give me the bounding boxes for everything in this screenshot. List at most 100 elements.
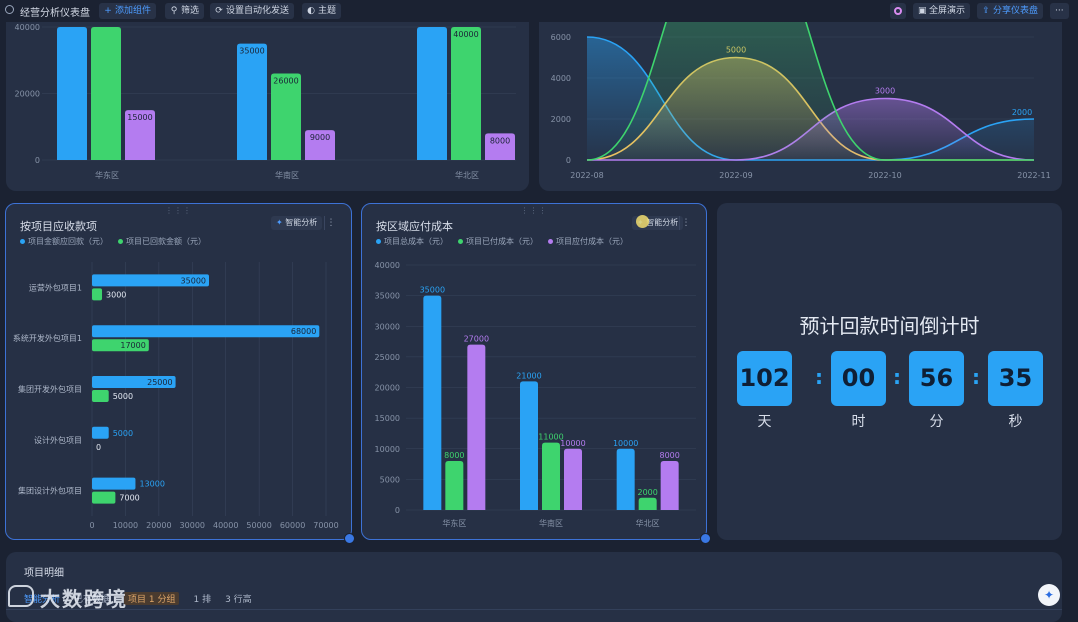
bar <box>237 43 267 160</box>
trend-area-chart-card[interactable]: 0 2000 4000 6000 2022-08 2022-09 2022-10 2022-1… <box>539 0 1062 191</box>
dashboard-icon <box>5 5 14 14</box>
bar <box>451 27 481 160</box>
bar <box>616 448 635 510</box>
project-detail-title: 项目明细 <box>24 568 64 579</box>
costs-card[interactable]: ⋮⋮⋮ 按区域应付成本 ✦ 智能分析 ⋮ 项目总成本（元） 项目已付成本（元） … <box>361 203 707 540</box>
bar-value-label: 17000 <box>120 341 145 350</box>
regional-bar-chart: 0 20000 40000 15000 华东区 35000 26000 9000 华南区 4000… <box>15 23 516 180</box>
y-tick-label: 25000 <box>375 353 400 362</box>
bar-value-label: 35000 <box>420 286 445 295</box>
x-tick-label: 20000 <box>146 521 171 530</box>
x-tick-label: 30000 <box>180 521 205 530</box>
countdown-minutes: 56 <box>909 351 964 406</box>
bar <box>467 344 486 510</box>
y-tick-label: 20000 <box>375 384 400 393</box>
bar <box>520 381 538 510</box>
bar <box>92 477 136 490</box>
bar-value-label: 35000 <box>239 47 264 56</box>
add-component-button[interactable]: + 添加组件 <box>99 3 157 19</box>
x-tick-label: 2022-11 <box>1017 171 1050 180</box>
y-tick-label: 5000 <box>380 475 400 484</box>
refresh-icon: ⟳ <box>215 6 223 16</box>
bar-value-label: 27000 <box>464 335 489 344</box>
y-tick-label: 设计外包项目 <box>34 435 82 445</box>
y-tick-label: 20000 <box>15 90 40 99</box>
countdown-separator: : <box>893 365 901 389</box>
filter-icon: ⚲ <box>170 6 178 16</box>
countdown-seconds: 35 <box>988 351 1043 406</box>
y-tick-label: 10000 <box>375 445 400 454</box>
unit-days: 天 <box>757 414 772 430</box>
y-tick-label: 35000 <box>375 292 400 301</box>
color-palette-button[interactable] <box>890 3 906 19</box>
bar-value-label: 40000 <box>453 30 478 39</box>
y-tick-label: 40000 <box>15 23 40 32</box>
costs-bar-chart: 0 5000 10000 15000 20000 25000 30000 35000 40000… <box>375 261 696 528</box>
bar-value-label: 3000 <box>106 290 126 299</box>
bar-value-label: 15000 <box>127 113 152 122</box>
tab-group[interactable]: 项目 1 分组 <box>124 592 180 605</box>
fullscreen-label: 全屏演示 <box>929 6 966 16</box>
project-detail-card[interactable]: 项目明细 智能分析 已有数据 项目 1 分组 1 排 3 行高 <box>6 552 1062 622</box>
bar-value-label: 5000 <box>113 392 133 401</box>
resize-handle[interactable] <box>344 533 355 544</box>
y-tick-label: 系统开发外包项目1 <box>13 333 82 343</box>
filter-label: 筛选 <box>181 6 200 16</box>
bar-value-label: 2000 <box>637 488 657 497</box>
y-tick-label: 2000 <box>551 115 571 124</box>
x-tick-label: 2022-09 <box>719 171 752 180</box>
regional-bar-chart-card[interactable]: 0 20000 40000 15000 华东区 35000 26000 9000 华南区 4000… <box>6 22 529 191</box>
automation-label: 设置自动化发送 <box>226 6 290 16</box>
top-toolbar: 经营分析仪表盘 + 添加组件 ⚲ 筛选 ⟳ 设置自动化发送 ◐ 主题 ▣ 全屏演示 ⇪ 分享… <box>0 0 1078 22</box>
share-button[interactable]: ⇪ 分享仪表盘 <box>977 3 1044 19</box>
sparkle-icon: ✦ <box>1043 588 1055 602</box>
y-tick-label: 运营外包项目1 <box>29 282 82 292</box>
bar <box>564 448 582 510</box>
resize-handle[interactable] <box>700 533 711 544</box>
bar <box>92 325 320 338</box>
x-tick-label: 50000 <box>246 521 271 530</box>
x-tick-label: 2022-10 <box>868 171 901 180</box>
y-tick-label: 30000 <box>375 322 400 331</box>
bar-value-label: 10000 <box>613 439 638 448</box>
bar-value-label: 13000 <box>139 480 164 489</box>
automation-button[interactable]: ⟳ 设置自动化发送 <box>210 3 295 19</box>
bar <box>542 442 560 510</box>
y-tick-label: 40000 <box>375 261 400 270</box>
tab-row-height[interactable]: 3 行高 <box>225 592 252 605</box>
countdown-title: 预计回款时间倒计时 <box>799 314 980 338</box>
filter-button[interactable]: ⚲ 筛选 <box>165 3 205 19</box>
x-tick-label: 华南区 <box>539 518 563 528</box>
share-icon: ⇪ <box>982 6 990 16</box>
watermark-logo <box>8 585 34 607</box>
bar-value-label: 8000 <box>444 451 464 460</box>
fullscreen-button[interactable]: ▣ 全屏演示 <box>913 3 971 19</box>
theme-button[interactable]: ◐ 主题 <box>302 3 342 19</box>
y-tick-label: 6000 <box>551 33 571 42</box>
bar <box>92 288 103 301</box>
bar <box>423 295 442 510</box>
plus-icon: + <box>104 6 112 16</box>
watermark-text: 大数跨境 <box>40 587 128 611</box>
bar-value-label: 10000 <box>560 439 585 448</box>
receivables-card[interactable]: ⋮⋮⋮ 按项目应收款项 ✦ 智能分析 ⋮ 项目金额应回款（元） 项目已回款金额（… <box>5 203 352 540</box>
x-tick-label: 70000 <box>313 521 338 530</box>
bar <box>92 390 109 402</box>
x-tick-label: 华北区 <box>636 518 660 528</box>
ai-assistant-button[interactable]: ✦ <box>1038 584 1060 606</box>
bar-value-label: 25000 <box>147 378 172 387</box>
bar-value-label: 5000 <box>113 429 133 438</box>
fullscreen-icon: ▣ <box>918 6 927 16</box>
tab-sort[interactable]: 1 排 <box>193 592 211 605</box>
countdown-card[interactable]: 预计回款时间倒计时 102 : 00 : 56 : 35 天 时 分 秒 <box>717 203 1062 540</box>
trend-area-chart: 0 2000 4000 6000 2022-08 2022-09 2022-10 2022-1… <box>551 0 1051 180</box>
x-tick-label: 华东区 <box>442 518 466 528</box>
receivables-bar-chart: 0 10000 20000 30000 40000 50000 60000 70000运营外包… <box>13 262 339 530</box>
y-tick-label: 集团设计外包项目 <box>18 486 82 496</box>
bar-value-label: 9000 <box>310 133 330 142</box>
countdown-days: 102 <box>737 351 792 406</box>
x-tick-label: 华南区 <box>275 170 299 180</box>
more-button[interactable]: ··· <box>1050 3 1069 19</box>
unit-hours: 时 <box>851 414 866 430</box>
table-header-divider <box>6 609 1062 610</box>
